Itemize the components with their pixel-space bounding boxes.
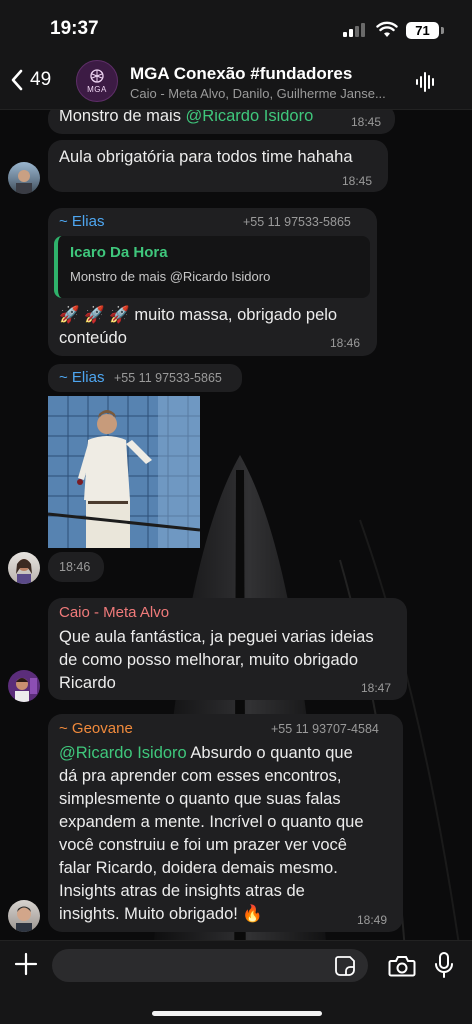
message-time: 18:46: [59, 560, 91, 574]
group-avatar[interactable]: MGA: [76, 60, 118, 102]
message-bubble[interactable]: Aula obrigatória para todos time hahaha …: [48, 140, 388, 192]
status-time: 19:37: [50, 18, 99, 39]
message-time: 18:49: [357, 913, 388, 927]
sender-name[interactable]: Caio - Meta Alvo: [59, 604, 169, 621]
sticker-icon[interactable]: [334, 955, 356, 977]
message-text-line: Que aula fantástica, ja peguei varias id…: [59, 628, 374, 646]
cellular-signal-icon: [343, 23, 365, 37]
message-text-line: Ricardo: [59, 674, 116, 692]
message-bubble[interactable]: ~ Elias +55 11 97533-5865 Icaro Da Hora …: [48, 208, 377, 356]
sender-phone: +55 11 97533-5865: [114, 371, 222, 385]
message-text-line: dá pra aprender com esses encontros,: [59, 767, 342, 785]
message-time: 18:45: [342, 174, 373, 188]
message-text-line: Insights atras de insights atras de: [59, 882, 305, 900]
sender-phone: +55 11 93707-4584: [271, 722, 379, 736]
message-time-bubble: 18:46: [48, 552, 104, 582]
unread-count: 49: [30, 69, 52, 90]
message-time: 18:47: [361, 681, 392, 695]
battery-icon: 71: [406, 22, 439, 39]
message-composer: [0, 940, 472, 1024]
message-input[interactable]: [52, 949, 368, 982]
quoted-text: Monstro de mais @Ricardo Isidoro: [70, 269, 271, 284]
status-bar: 19:37 71: [0, 0, 472, 58]
message-text-line: @Ricardo Isidoro Absurdo o quanto que: [59, 744, 353, 762]
group-avatar-text: MGA: [87, 85, 107, 94]
message-bubble[interactable]: Caio - Meta Alvo Que aula fantástica, ja…: [48, 598, 407, 700]
sender-name[interactable]: ~ Elias: [59, 369, 104, 386]
mic-icon[interactable]: [434, 951, 454, 979]
chevron-left-icon: [11, 69, 23, 91]
message-text-line: insights. Muito obrigado! 🔥: [59, 905, 263, 923]
sender-phone: +55 11 97533-5865: [243, 215, 351, 229]
message-text-line: você construiu e foi um prazer ver você: [59, 836, 347, 854]
avatar[interactable]: [8, 900, 40, 932]
battery-tip: [441, 27, 444, 34]
brain-logo-icon: [90, 69, 104, 83]
sender-name[interactable]: ~ Elias: [59, 213, 104, 230]
chat-title: MGA Conexão #fundadores: [130, 64, 353, 83]
sender-name[interactable]: ~ Geovane: [59, 720, 133, 737]
chat-header: 49 MGA MGA Conexão #fundadores Caio - Me…: [0, 58, 472, 110]
message-list[interactable]: Monstro de mais @Ricardo Isidoro 18:45 A…: [0, 104, 472, 940]
message-text-line: simplesmente o quanto que suas falas: [59, 790, 341, 808]
avatar[interactable]: [8, 670, 40, 702]
avatar[interactable]: [8, 162, 40, 194]
quoted-sender: Icaro Da Hora: [70, 244, 168, 261]
camera-icon[interactable]: [388, 954, 416, 978]
message-bubble[interactable]: ~ Elias +55 11 97533-5865: [48, 364, 242, 392]
message-time: 18:45: [351, 115, 382, 129]
rocket-emoji: 🚀 🚀 🚀: [59, 306, 130, 324]
quoted-message[interactable]: Icaro Da Hora Monstro de mais @Ricardo I…: [54, 236, 370, 298]
plus-icon[interactable]: [13, 951, 39, 977]
chat-members: Caio - Meta Alvo, Danilo, Guilherme Jans…: [130, 86, 386, 101]
message-text: 🚀 🚀 🚀 muito massa, obrigado pelo: [59, 306, 338, 324]
back-button[interactable]: 49: [10, 68, 51, 92]
message-time: 18:46: [330, 336, 361, 350]
message-text-line: de como posso melhorar, muito obrigado: [59, 651, 358, 669]
waveform-icon[interactable]: [414, 70, 438, 94]
home-indicator: [152, 1011, 322, 1016]
message-text: Aula obrigatória para todos time hahaha: [59, 148, 353, 166]
message-bubble[interactable]: ~ Geovane +55 11 93707-4584 @Ricardo Isi…: [48, 714, 403, 932]
avatar[interactable]: [8, 552, 40, 584]
message-text-line: expandem a mente. Incrível o quanto que: [59, 813, 364, 831]
chat-title-area[interactable]: MGA Conexão #fundadores Caio - Meta Alvo…: [130, 64, 402, 101]
photo-attachment[interactable]: [48, 396, 200, 548]
message-text-line: falar Ricardo, doidera demais mesmo.: [59, 859, 338, 877]
message-text-line: conteúdo: [59, 329, 127, 347]
wifi-icon: [376, 21, 398, 37]
mention-link[interactable]: @Ricardo Isidoro: [59, 744, 187, 762]
